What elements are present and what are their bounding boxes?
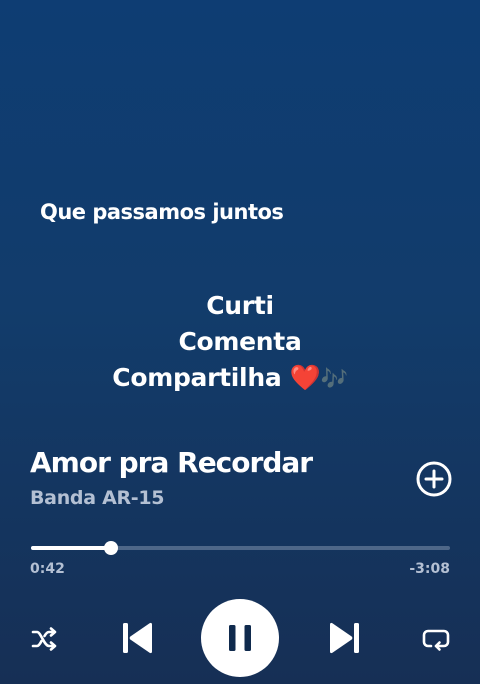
elapsed-time: 0:42 [30, 561, 65, 577]
add-to-library-button[interactable] [416, 461, 452, 497]
repeat-icon [422, 629, 450, 651]
lyric-line: Que passamos juntos [40, 200, 284, 224]
next-track-button[interactable] [327, 620, 361, 656]
progress-scrubber-handle[interactable] [103, 541, 118, 555]
remaining-time: -3:08 [409, 561, 450, 577]
overlay-line-compartilha: Compartilha ❤️🎶 [0, 360, 470, 398]
pause-button[interactable] [201, 599, 279, 677]
heart-emoji-icon: ❤️ [289, 363, 321, 392]
artist-name[interactable]: Banda AR-15 [30, 487, 165, 509]
add-circle-icon [416, 461, 452, 497]
overlay-line-curti: Curti [206, 291, 274, 320]
track-title[interactable]: Amor pra Recordar [30, 446, 313, 479]
overlay-line-comenta: Comenta [178, 327, 302, 356]
skip-next-icon [330, 622, 359, 654]
repeat-button[interactable] [421, 624, 451, 654]
share-overlay-text: Curti Comenta Compartilha ❤️🎶 [0, 288, 480, 398]
playback-progress-bar[interactable] [31, 541, 450, 555]
skip-previous-icon [123, 622, 152, 654]
music-notes-icon: 🎶 [320, 367, 348, 392]
shuffle-icon [31, 627, 57, 651]
overlay-line-compartilha-text: Compartilha [112, 363, 282, 392]
progress-fill [31, 546, 111, 550]
previous-track-button[interactable] [121, 620, 155, 656]
pause-icon [229, 625, 251, 651]
shuffle-button[interactable] [30, 624, 60, 654]
